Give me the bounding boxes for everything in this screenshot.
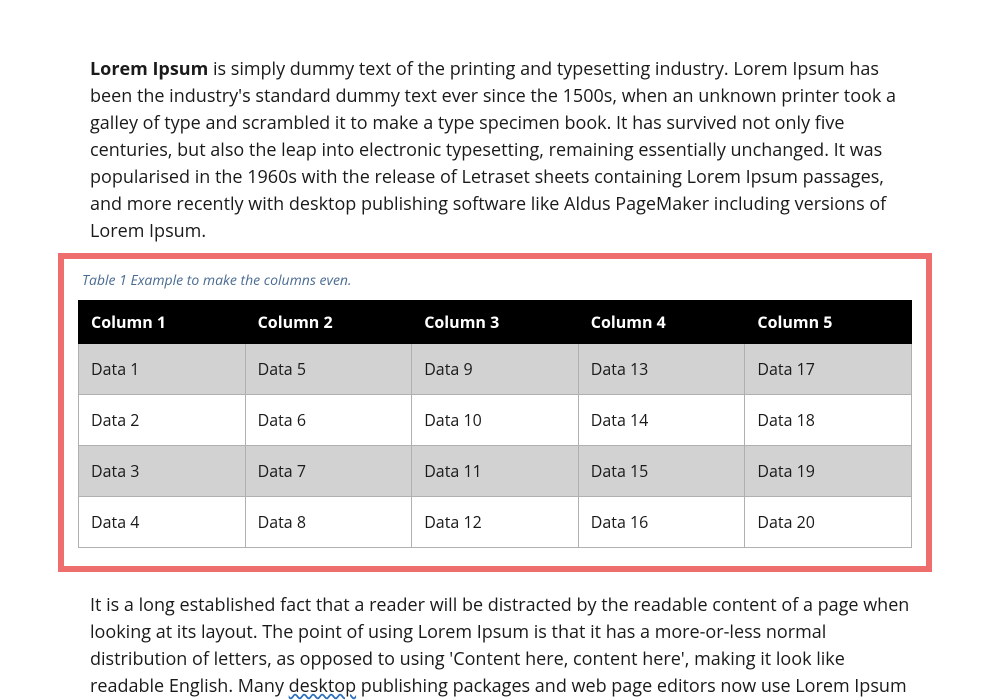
table-cell[interactable]: Data 9	[412, 344, 579, 395]
table-cell[interactable]: Data 20	[745, 497, 912, 548]
table-header-cell[interactable]: Column 2	[245, 301, 412, 344]
table-header-cell[interactable]: Column 4	[578, 301, 745, 344]
table-header-cell[interactable]: Column 1	[79, 301, 246, 344]
table-cell[interactable]: Data 7	[245, 446, 412, 497]
spell-error-word[interactable]: desktop	[289, 674, 356, 698]
table-row: Data 3 Data 7 Data 11 Data 15 Data 19	[79, 446, 912, 497]
table-cell[interactable]: Data 18	[745, 395, 912, 446]
table-cell[interactable]: Data 13	[578, 344, 745, 395]
table-cell[interactable]: Data 2	[79, 395, 246, 446]
table-caption: Table 1 Example to make the columns even…	[82, 271, 912, 290]
table-cell[interactable]: Data 14	[578, 395, 745, 446]
intro-paragraph: Lorem Ipsum is simply dummy text of the …	[90, 56, 910, 245]
table-cell[interactable]: Data 1	[79, 344, 246, 395]
example-table[interactable]: Column 1 Column 2 Column 3 Column 4 Colu…	[78, 300, 912, 548]
table-cell[interactable]: Data 11	[412, 446, 579, 497]
table-cell[interactable]: Data 12	[412, 497, 579, 548]
table-row: Data 1 Data 5 Data 9 Data 13 Data 17	[79, 344, 912, 395]
table-cell[interactable]: Data 6	[245, 395, 412, 446]
document-page: Lorem Ipsum is simply dummy text of the …	[0, 0, 1000, 700]
table-header-row: Column 1 Column 2 Column 3 Column 4 Colu…	[79, 301, 912, 344]
table-cell[interactable]: Data 8	[245, 497, 412, 548]
table-header-cell[interactable]: Column 5	[745, 301, 912, 344]
table-cell[interactable]: Data 3	[79, 446, 246, 497]
table-cell[interactable]: Data 17	[745, 344, 912, 395]
table-cell[interactable]: Data 10	[412, 395, 579, 446]
table-cell[interactable]: Data 19	[745, 446, 912, 497]
intro-rest: is simply dummy text of the printing and…	[90, 57, 896, 243]
table-cell[interactable]: Data 16	[578, 497, 745, 548]
table-cell[interactable]: Data 5	[245, 344, 412, 395]
table-cell[interactable]: Data 15	[578, 446, 745, 497]
outro-paragraph: It is a long established fact that a rea…	[90, 592, 910, 700]
table-row: Data 2 Data 6 Data 10 Data 14 Data 18	[79, 395, 912, 446]
table-row: Data 4 Data 8 Data 12 Data 16 Data 20	[79, 497, 912, 548]
intro-lead: Lorem Ipsum	[90, 57, 208, 81]
table-cell[interactable]: Data 4	[79, 497, 246, 548]
table-header-cell[interactable]: Column 3	[412, 301, 579, 344]
table-selection-highlight: Table 1 Example to make the columns even…	[58, 253, 932, 572]
